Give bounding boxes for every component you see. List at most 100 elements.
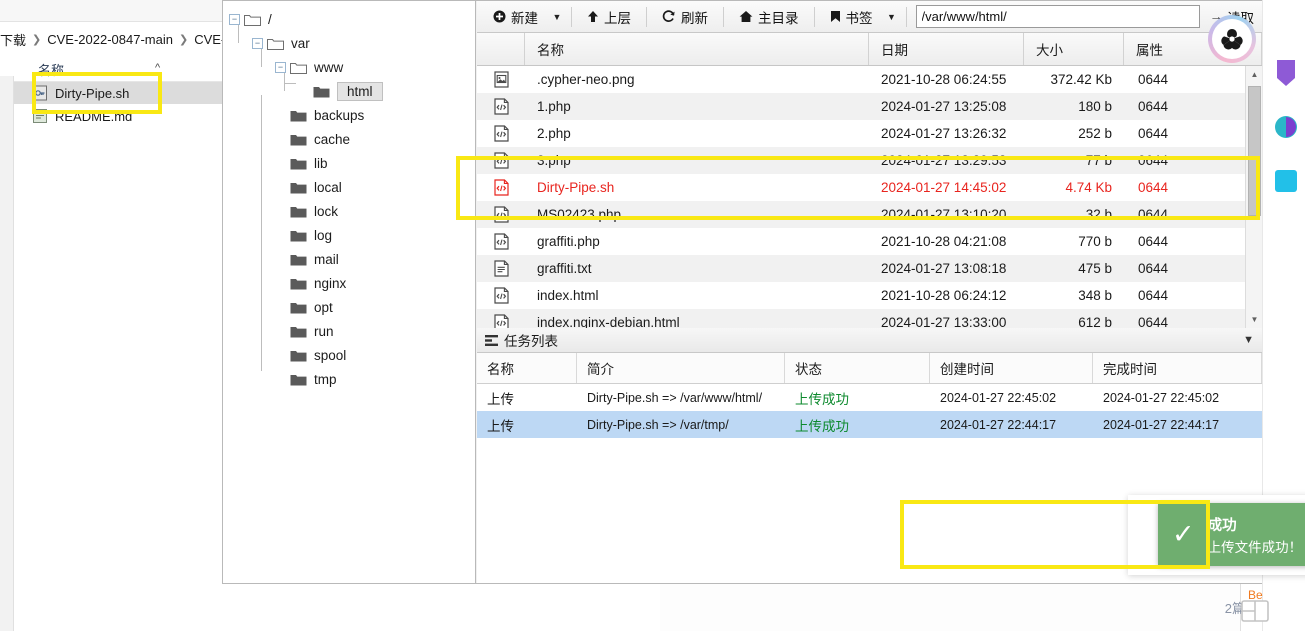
- scroll-up-arrow-icon[interactable]: ▲: [1246, 66, 1263, 83]
- screen: 下载 ❯ CVE-2022-0847-main ❯ CVE- ^ 名称 ^ Di…: [0, 0, 1305, 631]
- explorer-column-name-label[interactable]: 名称: [38, 60, 64, 79]
- path-input[interactable]: [915, 5, 1200, 28]
- bookmark-dropdown-chevron-down-icon[interactable]: ▼: [883, 4, 901, 30]
- side-widget-purple-icon[interactable]: [1273, 58, 1303, 92]
- task-col-desc[interactable]: 简介: [577, 353, 785, 383]
- new-button[interactable]: 新建: [483, 4, 548, 30]
- file-size-cell: 372.42 Kb: [1050, 72, 1112, 87]
- bookmark-button[interactable]: 书签: [820, 4, 883, 30]
- task-col-created[interactable]: 创建时间: [930, 353, 1093, 383]
- tree-node-lib[interactable]: lib: [229, 151, 475, 175]
- file-row[interactable]: index.html 2021-10-28 06:24:12 348 b 0644: [477, 282, 1245, 309]
- folder-solid-icon: [290, 109, 307, 122]
- task-name-cell: 上传: [487, 391, 514, 407]
- task-list-collapse-chevron-down-icon[interactable]: ▼: [1243, 334, 1254, 346]
- breadcrumb-item-2[interactable]: CVE-: [194, 32, 225, 47]
- tree-collapse-minus-icon[interactable]: −: [229, 13, 240, 25]
- file-date-cell: 2021-10-28 06:24:12: [881, 288, 1007, 303]
- task-created-cell: 2024-01-27 22:44:17: [940, 417, 1057, 432]
- folder-solid-icon: [290, 253, 307, 266]
- success-toast[interactable]: ✓ 成功 上传文件成功！ Dirty-Pipe.sh: [1158, 503, 1305, 566]
- parent-dir-button[interactable]: 上层: [577, 4, 641, 30]
- file-row[interactable]: 3.php 2024-01-27 13:29:53 77 b 0644: [477, 147, 1245, 174]
- breadcrumb-item-1[interactable]: CVE-2022-0847-main: [47, 32, 173, 47]
- breadcrumb-item-0[interactable]: 下载: [0, 30, 26, 49]
- app-logo-badge[interactable]: [1208, 15, 1256, 63]
- file-row[interactable]: index.nginx-debian.html 2024-01-27 13:33:…: [477, 309, 1245, 328]
- tree-node-nginx[interactable]: nginx: [229, 271, 475, 295]
- home-dir-label: 主目录: [758, 10, 799, 26]
- file-attr-cell: 0644: [1138, 153, 1169, 168]
- task-row[interactable]: 上传 Dirty-Pipe.sh => /var/www/html/上传成功 202…: [477, 384, 1262, 411]
- file-row[interactable]: .cypher-neo.png 2021-10-28 06:24:55 372.42…: [477, 66, 1245, 93]
- tree-node-label: tmp: [314, 371, 337, 387]
- task-col-finished[interactable]: 完成时间: [1093, 353, 1262, 383]
- tree-node-cache[interactable]: cache: [229, 127, 475, 151]
- code-file-icon: [477, 152, 525, 169]
- tree-node-opt[interactable]: opt: [229, 295, 475, 319]
- sort-ascending-icon: ^: [155, 62, 161, 74]
- code-file-icon: [477, 125, 525, 142]
- task-row[interactable]: 上传 Dirty-Pipe.sh => /var/tmp/上传成功 2024-01-…: [477, 411, 1262, 438]
- file-name-cell: index.html: [537, 288, 599, 303]
- tree-node-tmp[interactable]: tmp: [229, 367, 475, 391]
- task-col-name[interactable]: 名称: [477, 353, 577, 383]
- side-widget-teal-icon[interactable]: [1273, 112, 1303, 146]
- explorer-file-dirty-pipe[interactable]: Dirty-Pipe.sh: [14, 82, 230, 104]
- folder-solid-icon: [290, 277, 307, 290]
- file-name-cell: graffiti.php: [537, 234, 600, 249]
- tree-node-label: nginx: [314, 275, 347, 291]
- folder-solid-icon: [290, 229, 307, 242]
- parent-dir-label: 上层: [604, 10, 631, 26]
- tree-node-run[interactable]: run: [229, 319, 475, 343]
- tree-node-var[interactable]: − var: [229, 31, 475, 55]
- tree-node-html[interactable]: html: [229, 79, 475, 103]
- tree-node-backups[interactable]: backups: [229, 103, 475, 127]
- tree-node-lock[interactable]: lock: [229, 199, 475, 223]
- file-row[interactable]: 2.php 2024-01-27 13:26:32 252 b 0644: [477, 120, 1245, 147]
- file-row[interactable]: graffiti.txt 2024-01-27 13:08:18 475 b 0644: [477, 255, 1245, 282]
- tree-collapse-minus-icon[interactable]: −: [275, 61, 286, 73]
- file-list: 名称 日期 大小 属性 .cypher-neo.png 2021-10-28 06…: [477, 33, 1262, 328]
- tree-node-label: lock: [314, 203, 339, 219]
- tree-node-log[interactable]: log: [229, 223, 475, 247]
- tree-node-spool[interactable]: spool: [229, 343, 475, 367]
- file-list-col-date[interactable]: 日期: [869, 33, 1024, 65]
- path-bar: [912, 5, 1204, 28]
- file-name-cell: Dirty-Pipe.sh: [537, 180, 615, 195]
- explorer-file-readme[interactable]: README.md: [14, 105, 230, 127]
- file-row[interactable]: graffiti.php 2021-10-28 04:21:08 770 b 0644: [477, 228, 1245, 255]
- new-dropdown-chevron-down-icon[interactable]: ▼: [548, 4, 566, 30]
- scroll-down-arrow-icon[interactable]: ▼: [1246, 311, 1263, 328]
- task-col-state[interactable]: 状态: [785, 353, 930, 383]
- toolbar-divider: [813, 6, 815, 27]
- side-widget-cyan-icon[interactable]: [1273, 166, 1303, 200]
- check-icon: ✓: [1172, 519, 1195, 549]
- file-list-col-size[interactable]: 大小: [1024, 33, 1124, 65]
- tree-node-mail[interactable]: mail: [229, 247, 475, 271]
- file-name-cell: graffiti.txt: [537, 261, 592, 276]
- tree-node-label: opt: [314, 299, 333, 315]
- home-icon: [739, 10, 753, 23]
- folder-solid-icon: [290, 373, 307, 386]
- tree-node-local[interactable]: local: [229, 175, 475, 199]
- directory-tree: − / − var − www html backups cache lib local lock lo…: [223, 1, 476, 583]
- file-row[interactable]: MS02423.php 2024-01-27 13:10:20 32 b 0644: [477, 201, 1245, 228]
- scrollbar-thumb[interactable]: [1248, 86, 1261, 216]
- file-date-cell: 2024-01-27 14:45:02: [881, 180, 1007, 195]
- file-row[interactable]: Dirty-Pipe.sh 2024-01-27 14:45:02 4.74 Kb 0…: [477, 174, 1245, 201]
- text-file-icon: [477, 260, 525, 277]
- task-desc-cell: Dirty-Pipe.sh => /var/tmp/: [587, 417, 729, 432]
- file-list-col-name[interactable]: 名称: [525, 33, 869, 65]
- tree-collapse-minus-icon[interactable]: −: [252, 37, 263, 49]
- toast-title: 成功: [1207, 517, 1237, 534]
- tree-node-[interactable]: − /: [229, 7, 475, 31]
- tree-node-label: html: [337, 81, 383, 101]
- refresh-button[interactable]: 刷新: [652, 4, 718, 30]
- home-dir-button[interactable]: 主目录: [729, 4, 809, 30]
- file-row[interactable]: 1.php 2024-01-27 13:25:08 180 b 0644: [477, 93, 1245, 120]
- tree-node-www[interactable]: − www: [229, 55, 475, 79]
- book-icon[interactable]: [1240, 598, 1270, 624]
- file-list-scrollbar[interactable]: ▲ ▼: [1245, 66, 1262, 328]
- file-date-cell: 2021-10-28 06:24:55: [881, 72, 1007, 87]
